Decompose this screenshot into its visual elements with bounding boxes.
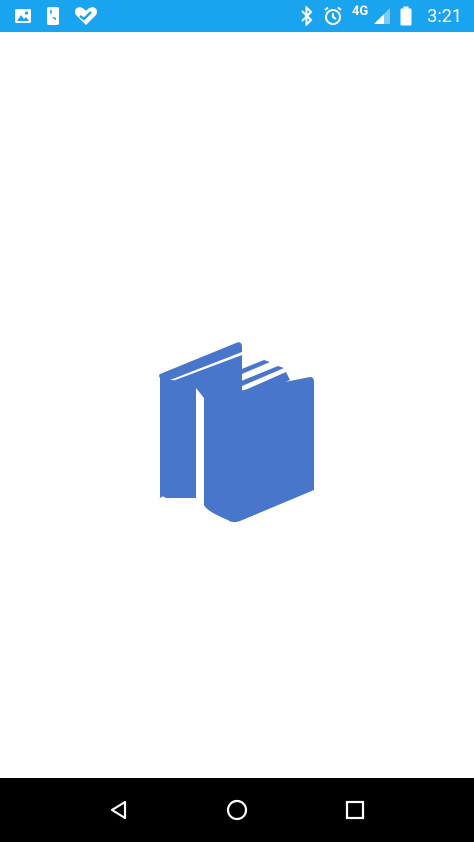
system-icons: 4G 3:21 xyxy=(300,3,474,27)
heart-check-icon xyxy=(74,6,98,26)
splash-screen xyxy=(0,32,474,778)
battery-icon xyxy=(400,6,412,26)
image-icon xyxy=(14,8,32,24)
back-icon[interactable] xyxy=(99,790,139,830)
navigation-bar xyxy=(0,778,474,842)
clock: 3:21 xyxy=(427,5,462,27)
home-icon[interactable] xyxy=(217,790,257,830)
recents-icon[interactable] xyxy=(335,790,375,830)
phone-icon xyxy=(46,6,60,26)
status-bar: 4G 3:21 xyxy=(0,0,474,32)
signal-icon xyxy=(373,7,391,25)
bluetooth-icon xyxy=(300,6,314,26)
notification-icons xyxy=(0,6,98,26)
books-icon xyxy=(150,310,324,534)
alarm-icon xyxy=(323,6,343,26)
network-type-label: 4G xyxy=(351,3,369,19)
